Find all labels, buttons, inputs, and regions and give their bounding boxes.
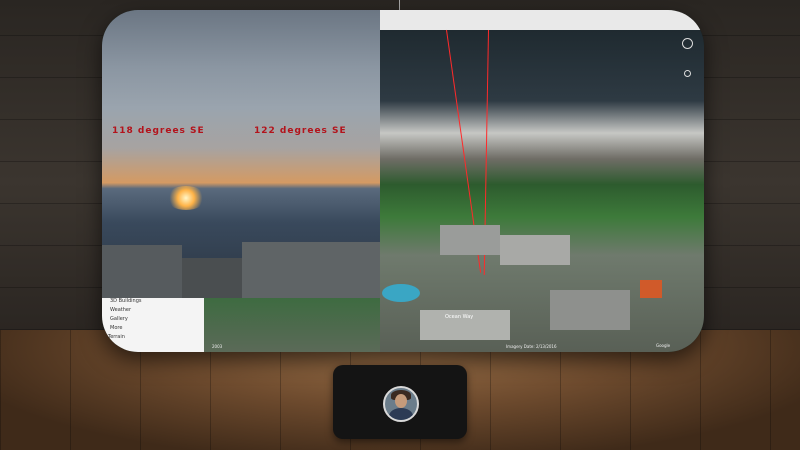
screen-hanging-cord: [399, 0, 400, 10]
zoom-control-icon[interactable]: [684, 70, 691, 77]
building-roof: [550, 290, 630, 330]
map-street-label: Ocean Way: [445, 314, 474, 320]
layers-panel[interactable]: 3D Buildings Weather Gallery More Terrai…: [102, 298, 204, 352]
google-watermark: Google: [656, 343, 671, 348]
sun: [166, 186, 206, 210]
red-roof: [640, 280, 662, 298]
satellite-map[interactable]: Ocean Way Imagery Date: 2/13/2016 Google: [380, 29, 704, 352]
map-continuation: 2003: [204, 298, 380, 352]
bearing-label-right: 122 degrees SE: [254, 126, 347, 136]
user-avatar[interactable]: [383, 386, 419, 422]
avatar-body: [389, 408, 413, 420]
bearing-label-left: 118 degrees SE: [112, 126, 205, 136]
building-roof: [440, 225, 500, 255]
layer-item[interactable]: Weather: [110, 307, 131, 313]
building-roof: [500, 235, 570, 265]
rooftop: [102, 245, 182, 298]
map-footer-year: 2003: [212, 344, 223, 349]
map-window-toolbar: [380, 10, 704, 30]
webcam-tile[interactable]: [333, 365, 467, 439]
swimming-pool: [382, 284, 420, 302]
shared-screen[interactable]: 118 degrees SE 122 degrees SE Ocean Way …: [102, 10, 704, 352]
layer-item[interactable]: Gallery: [110, 316, 128, 322]
sunset-photo: 118 degrees SE 122 degrees SE: [102, 10, 380, 298]
layer-item[interactable]: Terrain: [108, 334, 125, 340]
layer-item[interactable]: More: [110, 325, 122, 331]
layer-item[interactable]: 3D Buildings: [110, 298, 142, 304]
compass-icon[interactable]: [682, 38, 693, 49]
rooftop: [182, 258, 242, 298]
imagery-date: Imagery Date: 2/13/2016: [506, 344, 557, 349]
avatar-face: [395, 394, 407, 408]
rooftop: [242, 242, 380, 298]
